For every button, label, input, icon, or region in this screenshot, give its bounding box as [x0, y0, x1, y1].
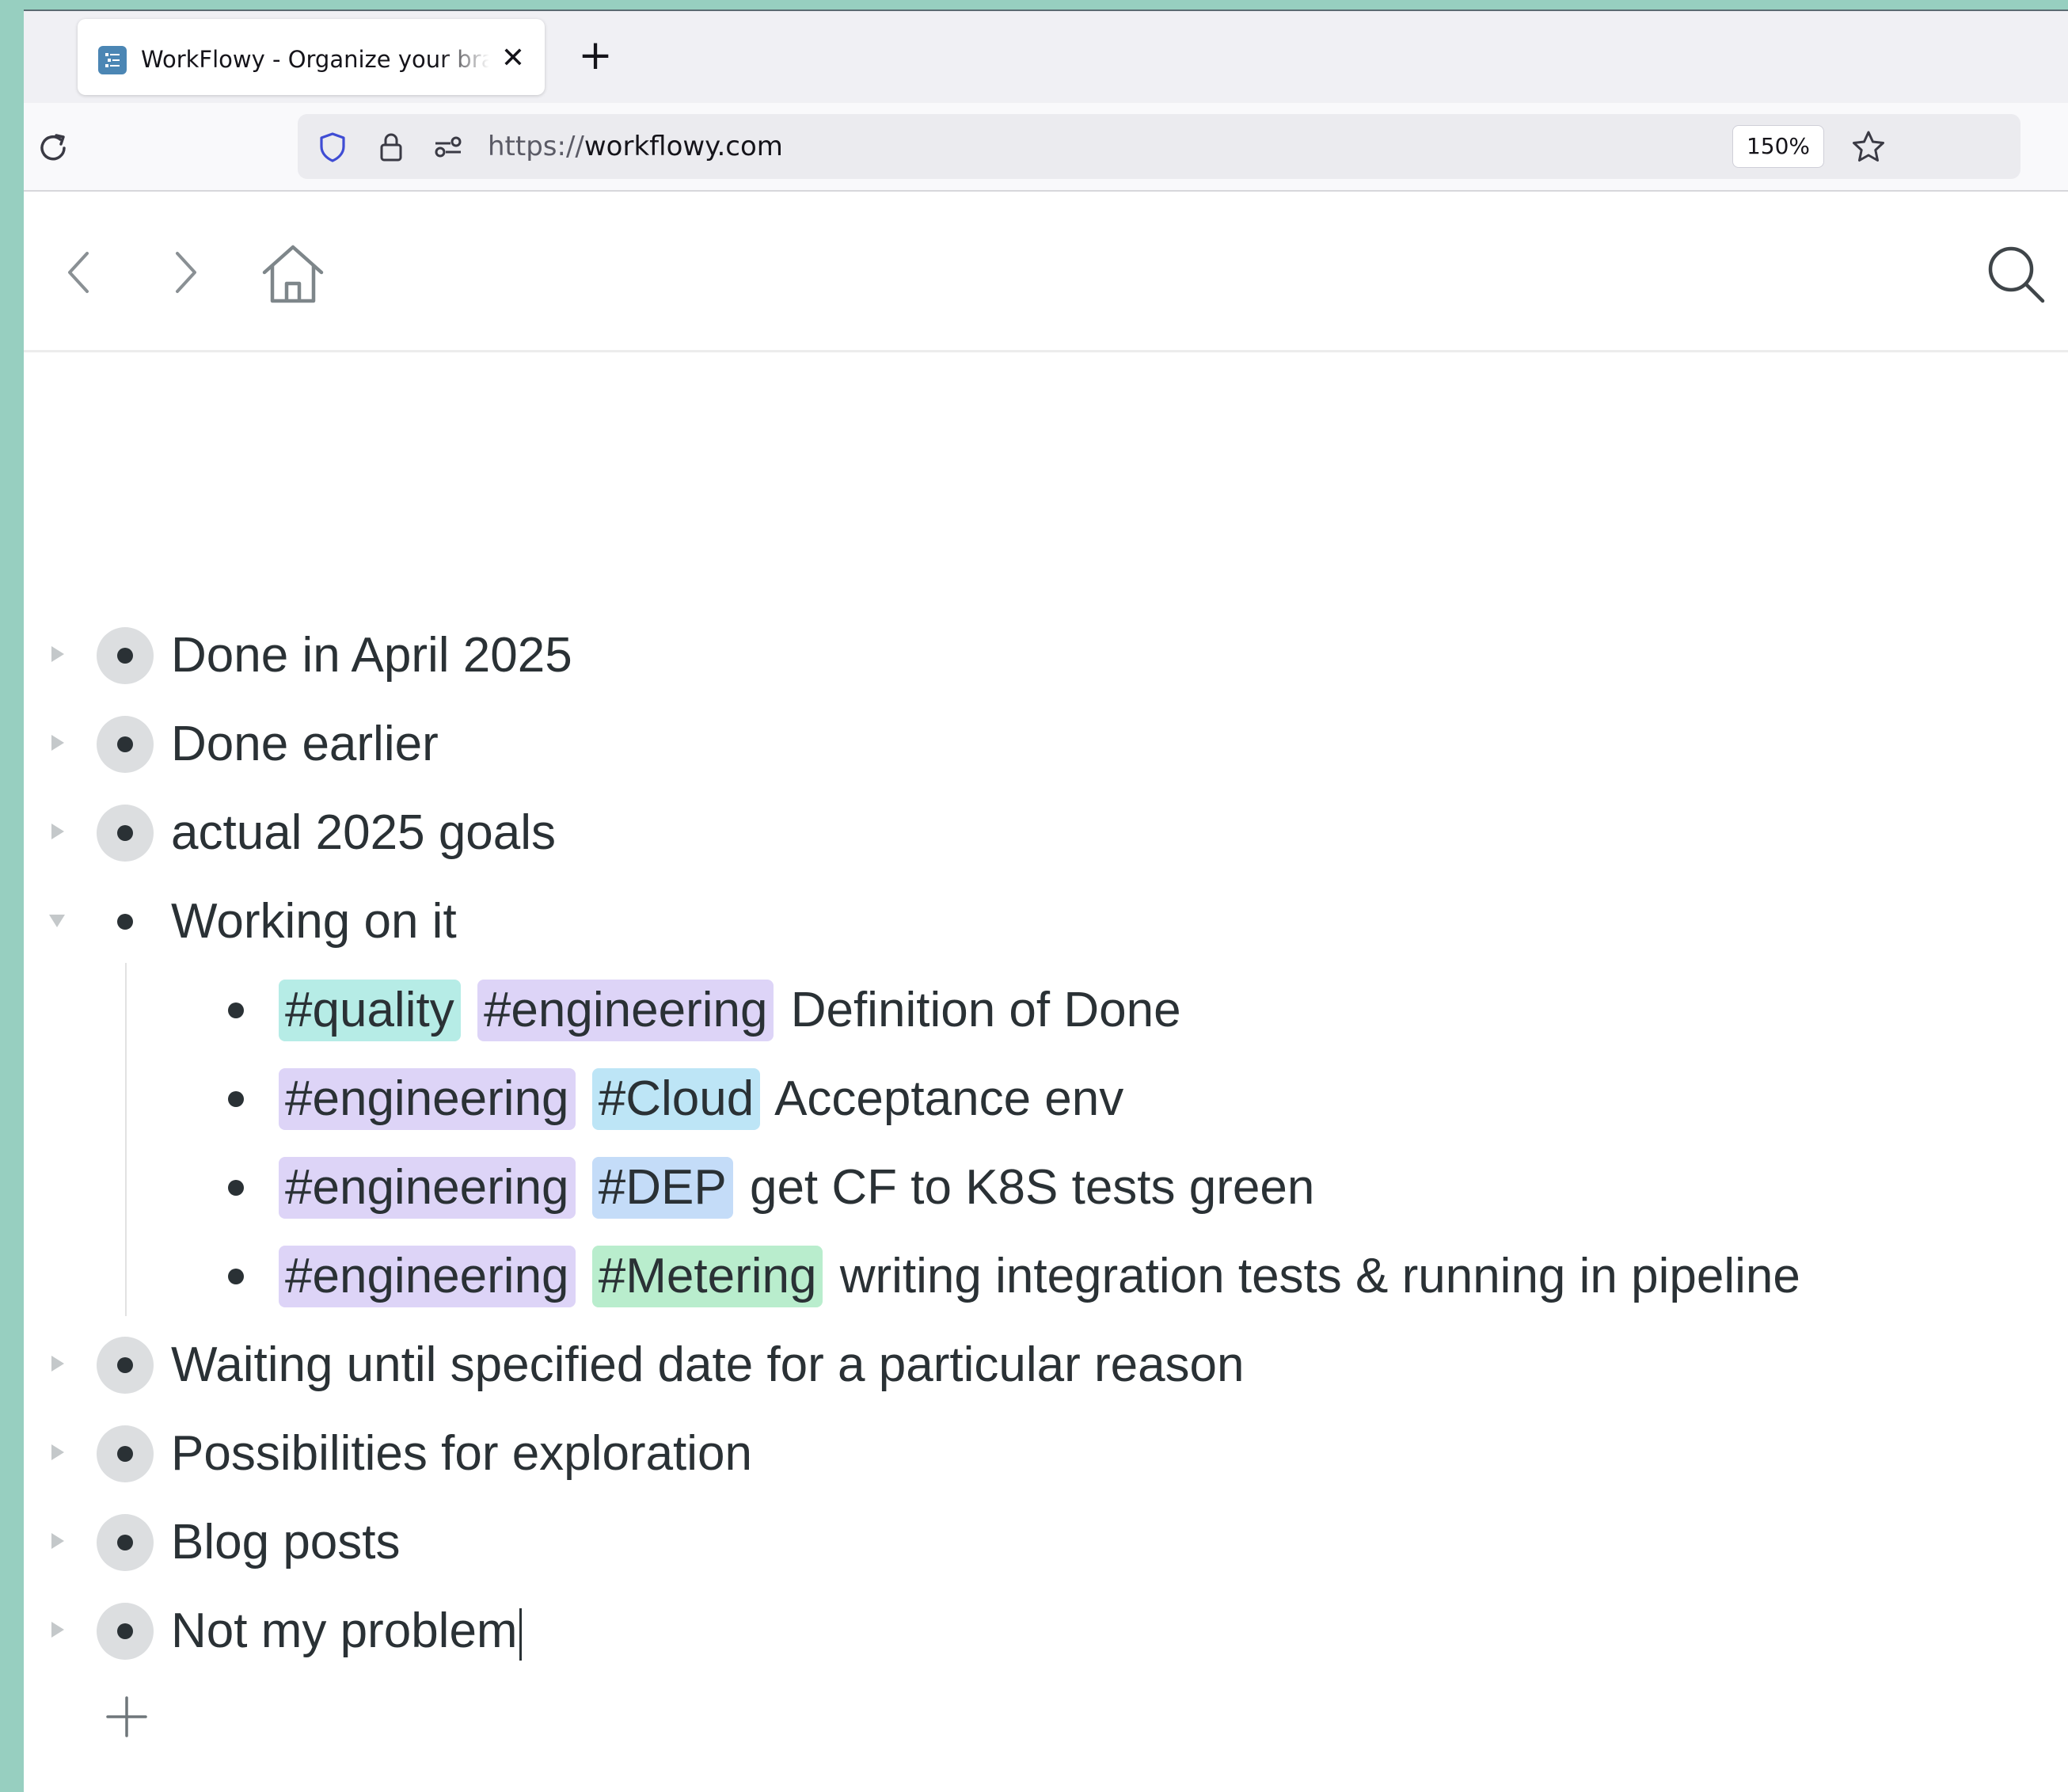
- expand-arrow-icon[interactable]: [41, 1348, 73, 1379]
- item-text-body[interactable]: Not my problem: [171, 1604, 518, 1658]
- expand-arrow-icon[interactable]: [41, 638, 73, 670]
- outline-item[interactable]: Done earlier: [24, 700, 2068, 789]
- item-text-body: writing integration tests & running in p…: [839, 1249, 1800, 1303]
- back-arrow-icon[interactable]: [48, 239, 111, 310]
- expand-arrow-icon[interactable]: [41, 1614, 73, 1646]
- item-text-body: Definition of Done: [790, 983, 1181, 1037]
- bullet-icon[interactable]: [117, 1446, 133, 1462]
- tab-title: WorkFlowy - Organize your brain: [141, 46, 489, 73]
- plus-icon[interactable]: [105, 1695, 149, 1739]
- child-item[interactable]: #engineering #Metering writing integrati…: [24, 1232, 2068, 1321]
- workflowy-header: [24, 192, 2068, 352]
- url-scheme: https://: [488, 131, 584, 162]
- item-text-body: get CF to K8S tests green: [749, 1160, 1315, 1215]
- tag-engineering[interactable]: #engineering: [279, 1246, 576, 1307]
- item-text[interactable]: #quality #engineering Definition of Done: [279, 977, 1181, 1044]
- zoom-level-badge[interactable]: 150%: [1732, 125, 1824, 168]
- item-text[interactable]: Done in April 2025: [171, 622, 572, 689]
- outline-item-expanded[interactable]: Working on it: [24, 877, 2068, 966]
- item-text[interactable]: #engineering #Metering writing integrati…: [279, 1243, 1800, 1310]
- item-text-editing[interactable]: Not my problem: [171, 1598, 522, 1665]
- item-text[interactable]: Blog posts: [171, 1509, 401, 1576]
- collapse-arrow-icon[interactable]: [41, 904, 73, 936]
- search-icon[interactable]: [1981, 239, 2052, 310]
- forward-arrow-icon[interactable]: [154, 239, 217, 310]
- tag-dep[interactable]: #DEP: [591, 1157, 733, 1219]
- outline-item[interactable]: actual 2025 goals: [24, 789, 2068, 877]
- expand-arrow-icon[interactable]: [41, 1436, 73, 1468]
- bullet-icon[interactable]: [117, 736, 133, 752]
- outline-list: Done in April 2025 Done earlier actual 2…: [24, 611, 2068, 1783]
- bullet-icon[interactable]: [117, 1535, 133, 1550]
- tag-engineering[interactable]: #engineering: [279, 1157, 576, 1219]
- child-item[interactable]: #quality #engineering Definition of Done: [24, 966, 2068, 1055]
- tab-workflowy[interactable]: WorkFlowy - Organize your brain ✕: [78, 19, 545, 95]
- bullet-icon[interactable]: [228, 1091, 244, 1107]
- item-text[interactable]: #engineering #DEP get CF to K8S tests gr…: [279, 1155, 1314, 1221]
- item-text[interactable]: Waiting until specified date for a parti…: [171, 1332, 1245, 1398]
- item-text[interactable]: Done earlier: [171, 711, 439, 778]
- lock-icon[interactable]: [374, 130, 409, 165]
- browser-window: WorkFlowy - Organize your brain ✕ + http…: [24, 10, 2068, 1792]
- new-tab-button[interactable]: +: [570, 32, 621, 82]
- item-text[interactable]: #engineering #Cloud Acceptance env: [279, 1066, 1123, 1132]
- child-item[interactable]: #engineering #DEP get CF to K8S tests gr…: [24, 1143, 2068, 1232]
- expand-arrow-icon[interactable]: [41, 1525, 73, 1557]
- tag-quality[interactable]: #quality: [279, 980, 461, 1041]
- outline-item[interactable]: Blog posts: [24, 1498, 2068, 1587]
- star-icon[interactable]: [1849, 128, 1887, 166]
- item-text[interactable]: Working on it: [171, 888, 457, 955]
- expand-arrow-icon[interactable]: [41, 816, 73, 847]
- bullet-icon[interactable]: [117, 648, 133, 664]
- outline-item[interactable]: Possibilities for exploration: [24, 1410, 2068, 1498]
- bullet-icon[interactable]: [117, 825, 133, 841]
- bullet-icon[interactable]: [117, 914, 133, 930]
- bullet-icon[interactable]: [117, 1623, 133, 1639]
- shield-icon[interactable]: [315, 130, 350, 165]
- expand-arrow-icon[interactable]: [41, 727, 73, 759]
- item-text-body: Acceptance env: [774, 1071, 1124, 1126]
- url-bar[interactable]: https://workflowy.com 150%: [298, 114, 2020, 179]
- home-icon[interactable]: [253, 239, 333, 310]
- outline-item[interactable]: Done in April 2025: [24, 611, 2068, 700]
- outline-item[interactable]: Not my problem: [24, 1587, 2068, 1676]
- tag-metering[interactable]: #Metering: [591, 1246, 823, 1307]
- workflowy-list-icon: [98, 46, 127, 74]
- outline-item[interactable]: Waiting until specified date for a parti…: [24, 1321, 2068, 1410]
- item-text[interactable]: Possibilities for exploration: [171, 1421, 752, 1487]
- close-icon[interactable]: ✕: [496, 41, 530, 76]
- bullet-icon[interactable]: [117, 1357, 133, 1373]
- permissions-icon[interactable]: [431, 130, 466, 165]
- child-item[interactable]: #engineering #Cloud Acceptance env: [24, 1055, 2068, 1143]
- reload-icon[interactable]: [32, 127, 74, 169]
- url-host: workflowy.com: [584, 131, 783, 162]
- bullet-icon[interactable]: [228, 1003, 244, 1018]
- tag-cloud[interactable]: #Cloud: [591, 1068, 761, 1130]
- bullet-icon[interactable]: [228, 1180, 244, 1196]
- navigation-toolbar: https://workflowy.com 150%: [24, 103, 2068, 192]
- tag-engineering[interactable]: #engineering: [477, 980, 774, 1041]
- item-text[interactable]: actual 2025 goals: [171, 800, 556, 866]
- tab-strip: WorkFlowy - Organize your brain ✕ +: [24, 10, 2068, 105]
- tag-engineering[interactable]: #engineering: [279, 1068, 576, 1130]
- url-text[interactable]: https://workflowy.com: [488, 128, 783, 165]
- text-caret: [519, 1607, 522, 1661]
- bullet-icon[interactable]: [228, 1269, 244, 1284]
